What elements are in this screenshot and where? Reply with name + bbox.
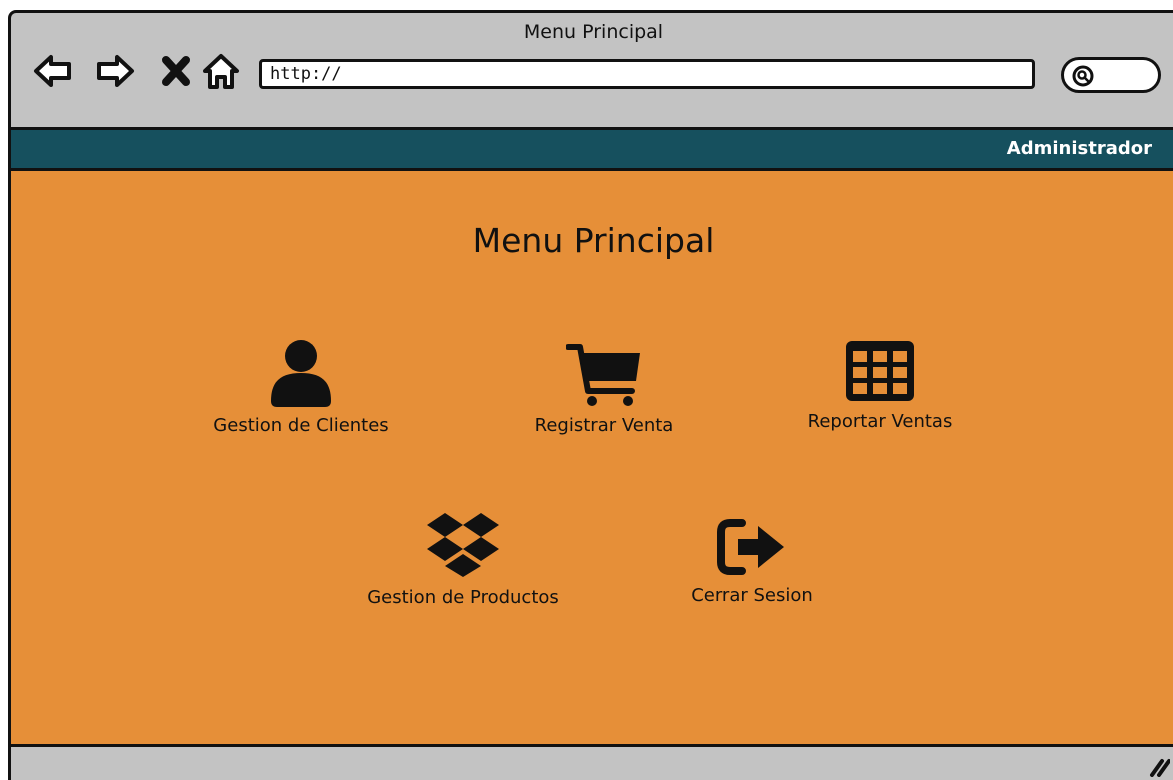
- close-icon: [162, 56, 190, 86]
- user-menu[interactable]: Administrador: [1007, 138, 1152, 159]
- menu-item-reportar-ventas[interactable]: Reportar Ventas: [750, 339, 1010, 432]
- sign-out-icon: [717, 519, 784, 575]
- main-content: Menu Principal Gestion de Clientes Regis…: [11, 171, 1173, 744]
- menu-item-label: Registrar Venta: [534, 415, 674, 436]
- user-icon: [271, 340, 331, 407]
- resize-grip-icon[interactable]: [1148, 755, 1170, 777]
- menu-item-cerrar-sesion[interactable]: Cerrar Sesion: [622, 517, 882, 606]
- menu-item-label: Reportar Ventas: [807, 411, 953, 432]
- menu-item-registrar-venta[interactable]: Registrar Venta: [474, 343, 734, 436]
- menu-item-label: Gestion de Clientes: [213, 415, 389, 436]
- search-icon: [1072, 65, 1094, 87]
- table-icon: [846, 341, 914, 401]
- dropbox-icon: [427, 513, 499, 577]
- top-navbar: Administrador: [11, 130, 1173, 171]
- menu-item-gestion-productos[interactable]: Gestion de Productos: [333, 511, 593, 608]
- menu-item-label: Cerrar Sesion: [691, 585, 813, 606]
- arrow-right-icon: [97, 55, 134, 87]
- url-input[interactable]: [259, 59, 1035, 89]
- search-button[interactable]: [1061, 57, 1161, 93]
- page-title: Menu Principal: [472, 221, 715, 260]
- menu-item-label: Gestion de Productos: [367, 587, 559, 608]
- home-button[interactable]: [201, 51, 241, 91]
- shopping-cart-icon: [566, 344, 640, 406]
- window-title: Menu Principal: [523, 21, 664, 43]
- back-button[interactable]: [33, 51, 73, 91]
- arrow-left-icon: [34, 55, 71, 87]
- stop-button[interactable]: [157, 51, 197, 91]
- menu-item-gestion-clientes[interactable]: Gestion de Clientes: [171, 339, 431, 436]
- browser-window: Menu Principal Administrador M: [8, 10, 1173, 780]
- status-bar: [11, 744, 1173, 780]
- home-icon: [203, 54, 239, 89]
- forward-button[interactable]: [95, 51, 135, 91]
